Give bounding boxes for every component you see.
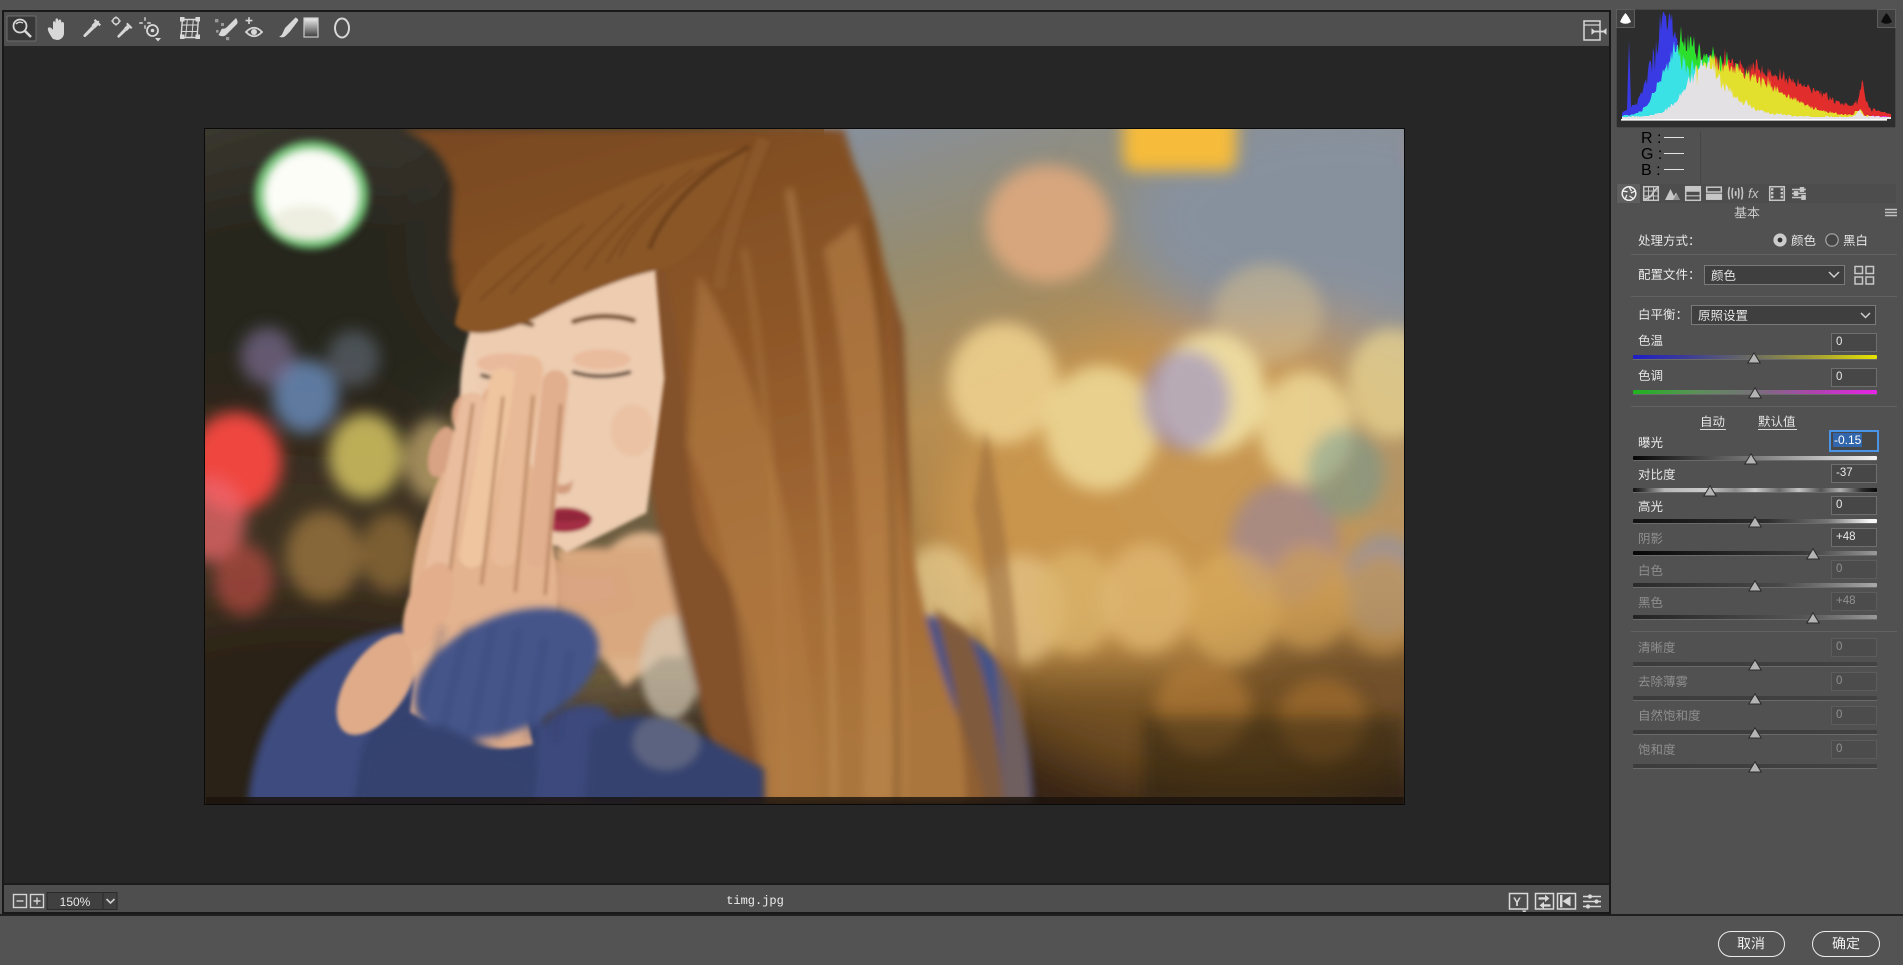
svg-text:Y: Y	[1513, 895, 1521, 909]
